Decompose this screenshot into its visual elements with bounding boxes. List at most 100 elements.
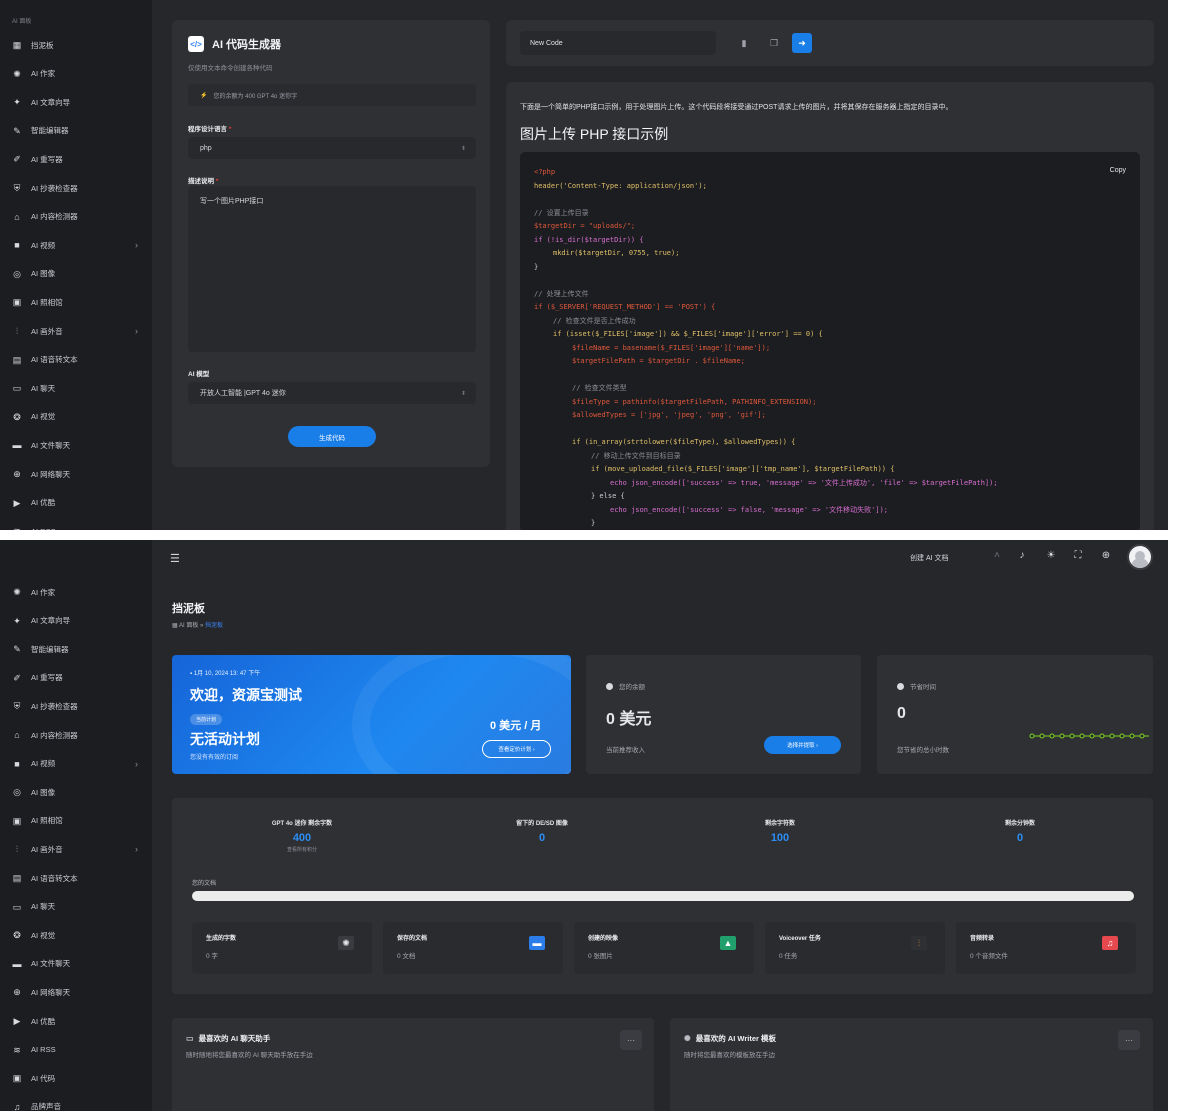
sidebar-item[interactable]: ✎ 智能编辑器	[0, 635, 152, 663]
sidebar-item[interactable]: ◎ AI 图像	[0, 260, 152, 288]
code-line: if (isset($_FILES['image']) && $_FILES['…	[553, 330, 823, 338]
code-line: } else {	[591, 492, 625, 500]
documents-label: 您的文档	[192, 881, 217, 887]
description-textarea[interactable]: 写一个图片PHP接口	[188, 186, 476, 352]
vision-icon: ❂	[13, 411, 21, 422]
chevron-right-icon: ›	[135, 844, 138, 855]
create-document-link[interactable]: 创建 AI 文档	[910, 553, 949, 563]
document-icon[interactable]: ▮	[734, 33, 754, 53]
code-name-input[interactable]: New Code	[520, 31, 716, 55]
sidebar-item[interactable]: ▤ AI 语音转文本	[0, 864, 152, 892]
sidebar-item[interactable]: ❂ AI 视觉	[0, 921, 152, 949]
generate-code-button[interactable]: 生成代码	[288, 426, 376, 447]
sidebar-item[interactable]: ✦ AI 文章向导	[0, 88, 152, 116]
speech-text-icon: ▤	[12, 354, 22, 365]
sidebar-item[interactable]: ✺ AI 作家	[0, 60, 152, 88]
copy-button[interactable]: Copy	[1110, 167, 1126, 174]
sidebar-item[interactable]: ❂ AI 视觉	[0, 403, 152, 431]
sidebar-item-label: AI 照相馆	[31, 297, 63, 307]
sidebar-item[interactable]: ▦ 挡泥板	[0, 31, 152, 59]
sidebar-item[interactable]: ◎ AI 图像	[0, 778, 152, 806]
globe-icon[interactable]: ⊕	[1099, 550, 1113, 564]
code-line: if (move_uploaded_file($_FILES['image'][…	[591, 465, 895, 473]
output-intro: 下面是一个简单的PHP接口示例，用于处理图片上传。这个代码段将接受通过POST请…	[520, 104, 953, 111]
language-select[interactable]: php ⬍	[188, 137, 476, 159]
globe-icon: ⊕	[13, 987, 21, 998]
saved-time-card: 节省时间 0 您节省的总小时数	[877, 655, 1153, 774]
current-date: ▪ 1月 10, 2024 13: 47 下午	[190, 671, 261, 677]
sidebar-item[interactable]: ✐ AI 重写器	[0, 145, 152, 173]
sidebar-item-label: AI 网络聊天	[31, 469, 71, 479]
select-arrows-icon: ⬍	[460, 145, 466, 152]
sidebar-item[interactable]: ⌂ AI 内容检测器	[0, 203, 152, 231]
generator-subtitle: 仅使用文本命令创建各种代码	[188, 65, 273, 72]
code-line: header('Content-Type: application/json')…	[534, 181, 707, 190]
sidebar-item-label: AI 作家	[31, 69, 56, 79]
sidebar-item[interactable]: ✦ AI 文章向导	[0, 607, 152, 635]
sidebar-item[interactable]: ▭ AI 聊天	[0, 374, 152, 402]
sidebar-item[interactable]: ⌂ AI 内容检测器	[0, 721, 152, 749]
sidebar-item[interactable]: ⛨ AI 抄袭检查器	[0, 692, 152, 720]
stat-value: 0 张图片	[588, 953, 613, 960]
copy-icon[interactable]: ❐	[764, 33, 784, 53]
code-line: $allowedTypes = ['jpg', 'jpeg', 'png', '…	[572, 411, 766, 419]
waveform-icon: ⫶	[15, 844, 19, 855]
model-select[interactable]: 开放人工智能 |GPT 4o 迷你 ⬍	[188, 382, 476, 404]
sidebar-item[interactable]: ⫶ AI 画外音 ›	[0, 317, 152, 345]
speech-text-icon: ▤	[12, 873, 22, 883]
sidebar-item[interactable]: ▣ AI 照相馆	[0, 288, 152, 316]
pen-icon: ✐	[13, 672, 21, 683]
sidebar-item[interactable]: ⊕ AI 网络聊天	[0, 978, 152, 1006]
calendar-icon: ▪	[190, 671, 193, 677]
sidebar-item[interactable]: ■ AI 视频 ›	[0, 231, 152, 259]
fullscreen-icon[interactable]: ⛶	[1071, 550, 1085, 564]
sidebar-item[interactable]: ■ AI 视频 ›	[0, 750, 152, 778]
sidebar-item[interactable]: ▭ AI 聊天	[0, 893, 152, 921]
sidebar-item-label: AI 文件聊天	[31, 440, 71, 450]
bell-icon[interactable]: ♪	[1015, 550, 1029, 564]
sidebar-item-label: AI 抄袭检查器	[31, 183, 78, 193]
sidebar-item[interactable]: ⫶ AI 画外音 ›	[0, 835, 152, 863]
bank-icon: ⌂	[14, 730, 20, 740]
sidebar-item[interactable]: ⊕ AI 网络聊天	[0, 460, 152, 488]
save-icon[interactable]: ➜	[792, 33, 812, 53]
sidebar-item[interactable]: ✺ AI 作家	[0, 578, 152, 606]
code-line: }	[534, 262, 539, 271]
plan-badge: 当前计划	[190, 714, 223, 725]
sidebar-item[interactable]: ✐ AI 重写器	[0, 664, 152, 692]
chevron-up-icon[interactable]: ˄	[990, 550, 1004, 564]
plan-price: 0 美元 / 月	[490, 720, 542, 732]
sidebar-item-label: AI 语音转文本	[31, 355, 78, 365]
sun-icon[interactable]: ☀	[1044, 550, 1058, 564]
sidebar-item-label: 品牌声音	[31, 1102, 61, 1111]
sidebar-item[interactable]: ✎ 智能编辑器	[0, 117, 152, 145]
view-pricing-button[interactable]: 查看定价计划 ›	[482, 740, 551, 758]
sidebar-item[interactable]: ▶ AI 优酷	[0, 489, 152, 517]
bank-icon: ⌂	[14, 211, 20, 222]
sidebar-item[interactable]: ▶ AI 优酷	[0, 1007, 152, 1035]
sidebar-item[interactable]: ▬ AI 文件聊天	[0, 431, 152, 459]
sidebar-item-label: AI 优酷	[31, 498, 56, 508]
code-icon: ▣	[12, 1073, 22, 1084]
sidebar-item[interactable]: ▬ AI 文件聊天	[0, 950, 152, 978]
view-credits-link[interactable]: 查看所有积分	[192, 846, 412, 853]
sidebar-item[interactable]: ▣ AI 照相馆	[0, 807, 152, 835]
sidebar-item[interactable]: ▣ AI 代码	[0, 1064, 152, 1092]
sidebar-item-label: AI 图像	[31, 787, 56, 797]
sidebar-item[interactable]: ♫ 品牌声音	[0, 1093, 152, 1111]
globe-icon: ⊕	[13, 469, 21, 479]
sidebar-item[interactable]: ▤ AI 语音转文本	[0, 346, 152, 374]
sidebar-item[interactable]: ⛨ AI 抄袭检查器	[0, 174, 152, 202]
menu-toggle-icon[interactable]: ☰	[170, 552, 180, 565]
sidebar-item[interactable]: ≋ AI RSS	[0, 517, 152, 530]
folder-chat-icon: ▬	[12, 440, 22, 451]
sidebar-item-label: AI 重写器	[31, 154, 63, 164]
avatar[interactable]	[1127, 544, 1153, 570]
sidebar-item[interactable]: ≋ AI RSS	[0, 1036, 152, 1064]
more-options-button[interactable]: ···	[1118, 1030, 1140, 1050]
documents-progress-bar	[192, 891, 1134, 901]
balance-subtitle: 当前推荐收入	[606, 747, 645, 754]
more-options-button[interactable]: ···	[620, 1030, 642, 1050]
code-block: Copy <?php header('Content-Type: applicat…	[520, 152, 1140, 530]
withdraw-button[interactable]: 选择并提取 ›	[764, 736, 841, 754]
